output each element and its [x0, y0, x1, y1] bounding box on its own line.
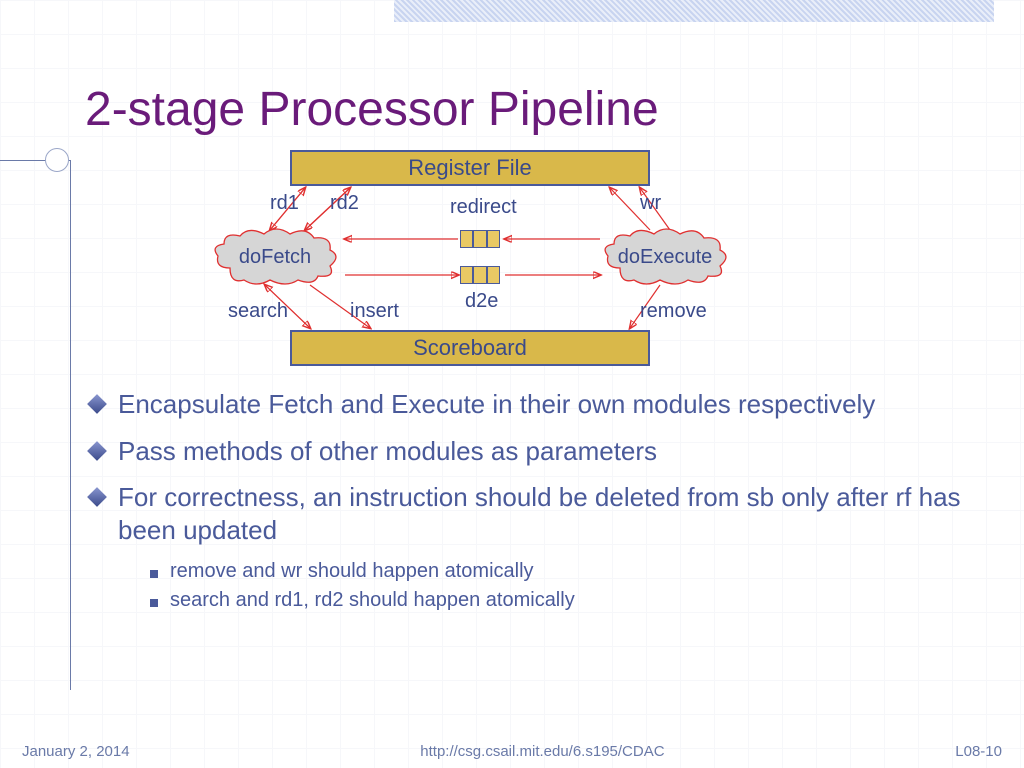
- sub-bullet-item: search and rd1, rd2 should happen atomic…: [150, 589, 970, 612]
- sub-bullet-item: remove and wr should happen atomically: [150, 560, 970, 583]
- sub-bullet-text: search and rd1, rd2 should happen atomic…: [170, 589, 575, 612]
- bullet-text: For correctness, an instruction should b…: [118, 481, 970, 546]
- dofetch-label: doFetch: [210, 228, 340, 286]
- label-rd2: rd2: [330, 192, 359, 215]
- redirect-fifo-icon: [460, 230, 500, 248]
- label-search: search: [228, 300, 288, 323]
- label-insert: insert: [350, 300, 399, 323]
- diamond-bullet-icon: [87, 441, 107, 461]
- label-d2e: d2e: [465, 290, 498, 313]
- bullet-list: Encapsulate Fetch and Execute in their o…: [90, 388, 970, 618]
- register-file-box: Register File: [290, 150, 650, 186]
- sub-bullet-text: remove and wr should happen atomically: [170, 560, 534, 583]
- doexecute-label: doExecute: [600, 228, 730, 286]
- footer-page: L08-10: [955, 743, 1002, 760]
- footer-date: January 2, 2014: [22, 743, 130, 760]
- bullet-text: Pass methods of other modules as paramet…: [118, 435, 657, 468]
- diamond-bullet-icon: [87, 487, 107, 507]
- label-rd1: rd1: [270, 192, 299, 215]
- scoreboard-box: Scoreboard: [290, 330, 650, 366]
- footer-url: http://csg.csail.mit.edu/6.s195/CDAC: [420, 743, 664, 760]
- square-bullet-icon: [150, 599, 158, 607]
- label-redirect: redirect: [450, 196, 517, 219]
- dofetch-cloud: doFetch: [210, 228, 340, 286]
- rule-vertical: [70, 160, 71, 690]
- slide-title: 2-stage Processor Pipeline: [85, 82, 659, 137]
- slide-footer: January 2, 2014 http://csg.csail.mit.edu…: [0, 743, 1024, 760]
- pipeline-diagram: Register File Scoreboard doFetch doExecu…: [210, 150, 750, 370]
- label-remove: remove: [640, 300, 707, 323]
- bullet-item: Encapsulate Fetch and Execute in their o…: [90, 388, 970, 421]
- bullet-item: Pass methods of other modules as paramet…: [90, 435, 970, 468]
- label-wr: wr: [640, 192, 661, 215]
- bullet-item: For correctness, an instruction should b…: [90, 481, 970, 546]
- doexecute-cloud: doExecute: [600, 228, 730, 286]
- diamond-bullet-icon: [87, 394, 107, 414]
- bullet-text: Encapsulate Fetch and Execute in their o…: [118, 388, 875, 421]
- square-bullet-icon: [150, 570, 158, 578]
- rule-circle-icon: [45, 148, 69, 172]
- top-decorative-bar: [394, 0, 994, 22]
- d2e-fifo-icon: [460, 266, 500, 284]
